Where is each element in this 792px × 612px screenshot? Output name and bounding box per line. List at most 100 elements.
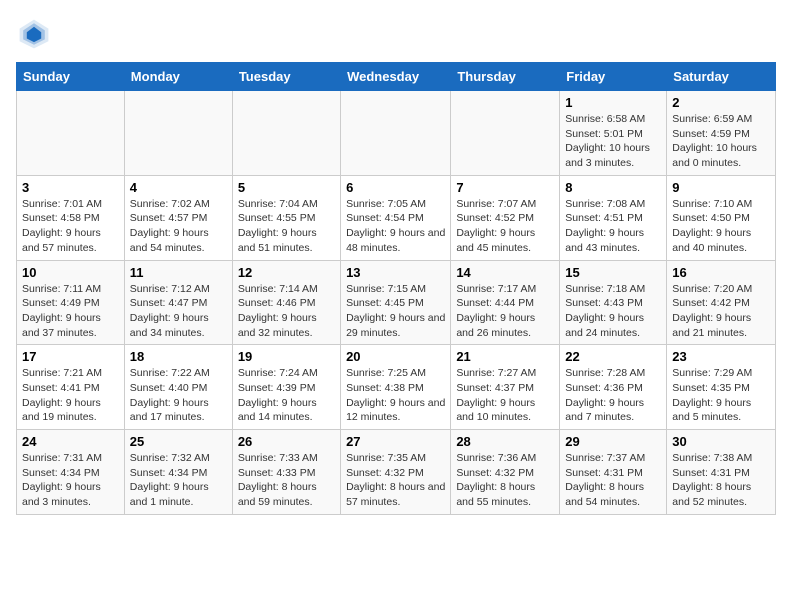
day-detail: Sunrise: 7:05 AM Sunset: 4:54 PM Dayligh… [346,197,445,256]
day-number: 30 [672,434,770,449]
day-cell: 13 Sunrise: 7:15 AM Sunset: 4:45 PM Dayli… [341,260,451,345]
day-detail: Sunrise: 7:38 AM Sunset: 4:31 PM Dayligh… [672,451,770,510]
day-number: 11 [130,265,227,280]
day-detail: Sunrise: 7:04 AM Sunset: 4:55 PM Dayligh… [238,197,335,256]
day-cell: 26Sunrise: 7:33 AM Sunset: 4:33 PM Dayli… [232,430,340,515]
day-cell [451,91,560,176]
day-number: 29 [565,434,661,449]
day-number: 6 [346,180,445,195]
day-cell: 8Sunrise: 7:08 AM Sunset: 4:51 PM Daylig… [560,175,667,260]
day-cell: 27Sunrise: 7:35 AM Sunset: 4:32 PM Dayli… [341,430,451,515]
header-row: SundayMondayTuesdayWednesdayThursdayFrid… [17,63,776,91]
day-cell [17,91,125,176]
logo-icon [16,16,52,52]
day-cell: 5 Sunrise: 7:04 AM Sunset: 4:55 PM Daylig… [232,175,340,260]
col-header-tuesday: Tuesday [232,63,340,91]
day-number: 13 [346,265,445,280]
day-cell: 29Sunrise: 7:37 AM Sunset: 4:31 PM Dayli… [560,430,667,515]
week-row-4: 17 Sunrise: 7:21 AM Sunset: 4:41 PM Dayli… [17,345,776,430]
day-cell: 3Sunrise: 7:01 AM Sunset: 4:58 PM Daylig… [17,175,125,260]
day-cell: 12 Sunrise: 7:14 AM Sunset: 4:46 PM Dayli… [232,260,340,345]
day-number: 19 [238,349,335,364]
day-cell: 1Sunrise: 6:58 AM Sunset: 5:01 PM Daylig… [560,91,667,176]
calendar-table: SundayMondayTuesdayWednesdayThursdayFrid… [16,62,776,515]
day-detail: Sunrise: 7:20 AM Sunset: 4:42 PM Dayligh… [672,282,770,341]
day-cell: 21 Sunrise: 7:27 AM Sunset: 4:37 PM Dayli… [451,345,560,430]
col-header-wednesday: Wednesday [341,63,451,91]
col-header-thursday: Thursday [451,63,560,91]
day-number: 18 [130,349,227,364]
day-number: 22 [565,349,661,364]
day-cell: 18 Sunrise: 7:22 AM Sunset: 4:40 PM Dayli… [124,345,232,430]
day-detail: Sunrise: 7:29 AM Sunset: 4:35 PM Dayligh… [672,366,770,425]
col-header-sunday: Sunday [17,63,125,91]
day-detail: Sunrise: 7:32 AM Sunset: 4:34 PM Dayligh… [130,451,227,510]
day-cell: 25 Sunrise: 7:32 AM Sunset: 4:34 PM Dayli… [124,430,232,515]
day-number: 9 [672,180,770,195]
day-number: 20 [346,349,445,364]
day-number: 25 [130,434,227,449]
day-detail: Sunrise: 7:24 AM Sunset: 4:39 PM Dayligh… [238,366,335,425]
day-detail: Sunrise: 7:22 AM Sunset: 4:40 PM Dayligh… [130,366,227,425]
calendar-header: SundayMondayTuesdayWednesdayThursdayFrid… [17,63,776,91]
day-cell: 4 Sunrise: 7:02 AM Sunset: 4:57 PM Daylig… [124,175,232,260]
day-number: 7 [456,180,554,195]
day-number: 8 [565,180,661,195]
day-detail: Sunrise: 7:14 AM Sunset: 4:46 PM Dayligh… [238,282,335,341]
day-number: 23 [672,349,770,364]
day-number: 21 [456,349,554,364]
col-header-monday: Monday [124,63,232,91]
day-number: 15 [565,265,661,280]
day-number: 14 [456,265,554,280]
day-cell: 9 Sunrise: 7:10 AM Sunset: 4:50 PM Daylig… [667,175,776,260]
day-number: 16 [672,265,770,280]
day-cell: 19 Sunrise: 7:24 AM Sunset: 4:39 PM Dayli… [232,345,340,430]
day-detail: Sunrise: 7:21 AM Sunset: 4:41 PM Dayligh… [22,366,119,425]
day-detail: Sunrise: 7:28 AM Sunset: 4:36 PM Dayligh… [565,366,661,425]
logo [16,16,56,52]
day-detail: Sunrise: 6:58 AM Sunset: 5:01 PM Dayligh… [565,112,661,171]
day-detail: Sunrise: 7:18 AM Sunset: 4:43 PM Dayligh… [565,282,661,341]
day-detail: Sunrise: 7:02 AM Sunset: 4:57 PM Dayligh… [130,197,227,256]
day-cell: 14 Sunrise: 7:17 AM Sunset: 4:44 PM Dayli… [451,260,560,345]
day-cell: 24Sunrise: 7:31 AM Sunset: 4:34 PM Dayli… [17,430,125,515]
day-detail: Sunrise: 7:17 AM Sunset: 4:44 PM Dayligh… [456,282,554,341]
day-cell: 23 Sunrise: 7:29 AM Sunset: 4:35 PM Dayli… [667,345,776,430]
day-cell: 10Sunrise: 7:11 AM Sunset: 4:49 PM Dayli… [17,260,125,345]
day-cell: 22 Sunrise: 7:28 AM Sunset: 4:36 PM Dayli… [560,345,667,430]
day-detail: Sunrise: 6:59 AM Sunset: 4:59 PM Dayligh… [672,112,770,171]
week-row-3: 10Sunrise: 7:11 AM Sunset: 4:49 PM Dayli… [17,260,776,345]
day-detail: Sunrise: 7:35 AM Sunset: 4:32 PM Dayligh… [346,451,445,510]
day-detail: Sunrise: 7:25 AM Sunset: 4:38 PM Dayligh… [346,366,445,425]
day-cell [232,91,340,176]
day-number: 5 [238,180,335,195]
day-number: 12 [238,265,335,280]
day-cell: 11 Sunrise: 7:12 AM Sunset: 4:47 PM Dayli… [124,260,232,345]
day-detail: Sunrise: 7:11 AM Sunset: 4:49 PM Dayligh… [22,282,119,341]
day-cell [341,91,451,176]
calendar-body: 1Sunrise: 6:58 AM Sunset: 5:01 PM Daylig… [17,91,776,515]
page-header [16,16,776,52]
day-number: 3 [22,180,119,195]
day-detail: Sunrise: 7:15 AM Sunset: 4:45 PM Dayligh… [346,282,445,341]
day-detail: Sunrise: 7:10 AM Sunset: 4:50 PM Dayligh… [672,197,770,256]
week-row-5: 24Sunrise: 7:31 AM Sunset: 4:34 PM Dayli… [17,430,776,515]
day-cell: 17 Sunrise: 7:21 AM Sunset: 4:41 PM Dayli… [17,345,125,430]
week-row-1: 1Sunrise: 6:58 AM Sunset: 5:01 PM Daylig… [17,91,776,176]
day-cell: 6 Sunrise: 7:05 AM Sunset: 4:54 PM Daylig… [341,175,451,260]
day-cell: 16 Sunrise: 7:20 AM Sunset: 4:42 PM Dayli… [667,260,776,345]
day-cell [124,91,232,176]
day-detail: Sunrise: 7:07 AM Sunset: 4:52 PM Dayligh… [456,197,554,256]
day-cell: 30 Sunrise: 7:38 AM Sunset: 4:31 PM Dayli… [667,430,776,515]
day-detail: Sunrise: 7:36 AM Sunset: 4:32 PM Dayligh… [456,451,554,510]
day-number: 2 [672,95,770,110]
day-cell: 20 Sunrise: 7:25 AM Sunset: 4:38 PM Dayli… [341,345,451,430]
day-number: 17 [22,349,119,364]
day-detail: Sunrise: 7:27 AM Sunset: 4:37 PM Dayligh… [456,366,554,425]
day-number: 24 [22,434,119,449]
day-number: 4 [130,180,227,195]
day-detail: Sunrise: 7:12 AM Sunset: 4:47 PM Dayligh… [130,282,227,341]
week-row-2: 3Sunrise: 7:01 AM Sunset: 4:58 PM Daylig… [17,175,776,260]
day-number: 28 [456,434,554,449]
day-cell: 7 Sunrise: 7:07 AM Sunset: 4:52 PM Daylig… [451,175,560,260]
